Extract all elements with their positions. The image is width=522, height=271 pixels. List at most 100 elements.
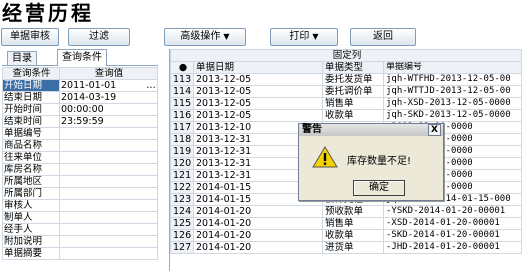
row-date: 2014-01-20 xyxy=(193,229,323,242)
dialog-title: 警告 xyxy=(302,124,322,135)
query-value-text: 2011-01-01 xyxy=(61,80,117,91)
query-row[interactable]: 附加说明 xyxy=(2,235,158,248)
tab-catalog[interactable]: 目录 xyxy=(7,51,37,65)
query-value[interactable] xyxy=(59,127,158,140)
row-number: 115 xyxy=(170,97,194,110)
query-value[interactable] xyxy=(59,247,158,260)
row-type: 销售单 xyxy=(322,217,384,230)
query-row[interactable]: 单据摘要 xyxy=(2,247,158,260)
advanced-ops-button[interactable]: 高级操作 ▼ xyxy=(164,28,246,46)
table-row[interactable]: 113 2013-12-05 委托发货单 jqh-WTFHD-2013-12-05-0… xyxy=(170,73,522,86)
row-number: 119 xyxy=(170,145,194,158)
query-row[interactable]: 单据编号 xyxy=(2,127,158,140)
column-header-date[interactable]: 单据日期 xyxy=(193,61,323,74)
query-value[interactable] xyxy=(59,235,158,248)
row-date: 2014-01-20 xyxy=(193,241,323,254)
query-value[interactable]: 23:59:59 xyxy=(59,115,158,128)
row-number: 127 xyxy=(170,241,194,254)
row-number: 117 xyxy=(170,121,194,134)
query-row[interactable]: 经手人 xyxy=(2,223,158,236)
query-table: 查询条件 查询值 开始日期 2011-01-01… 结束日期 2014-03-19 … xyxy=(2,67,158,260)
table-row[interactable]: 115 2013-12-05 销售单 jqh-XSD-2013-12-05-0000 xyxy=(170,97,522,110)
table-row[interactable]: 124 2014-01-20 预收款单 -YSKD-2014-01-20-00001 xyxy=(170,205,522,218)
row-code: jqh-SKD-2013-12-05-0000 xyxy=(383,109,522,122)
ellipsis-button[interactable]: … xyxy=(145,81,157,91)
query-name: 单据摘要 xyxy=(2,247,60,260)
query-row[interactable]: 所属部门 xyxy=(2,187,158,200)
chevron-down-icon: ▼ xyxy=(312,32,319,41)
row-type: 委托发货单 xyxy=(322,73,384,86)
query-row[interactable]: 库房名称 xyxy=(2,163,158,176)
query-value[interactable] xyxy=(59,187,158,200)
row-number: 125 xyxy=(170,217,194,230)
dialog-titlebar[interactable]: 警告 X xyxy=(299,124,443,136)
query-name: 单据编号 xyxy=(2,127,60,140)
row-type: 收款单 xyxy=(322,109,384,122)
row-type: 进货单 xyxy=(322,241,384,254)
query-value[interactable]: 00:00:00 xyxy=(59,103,158,116)
query-row[interactable]: 审核人 xyxy=(2,199,158,212)
query-value[interactable] xyxy=(59,151,158,164)
query-row[interactable]: 商品名称 xyxy=(2,139,158,152)
query-name: 结束时间 xyxy=(2,115,60,128)
query-value[interactable]: 2014-03-19 xyxy=(59,91,158,104)
dialog-message: 库存数量不足! xyxy=(347,156,412,167)
table-row[interactable]: 125 2014-01-20 销售单 -XSD-2014-01-20-00001 xyxy=(170,217,522,230)
row-date: 2014-01-20 xyxy=(193,205,323,218)
row-code: -XSD-2014-01-20-00001 xyxy=(383,217,522,230)
back-button[interactable]: 返回 xyxy=(350,28,416,46)
query-name: 商品名称 xyxy=(2,139,60,152)
row-number: 118 xyxy=(170,133,194,146)
query-name: 所属部门 xyxy=(2,187,60,200)
row-number: 113 xyxy=(170,73,194,86)
row-number: 123 xyxy=(170,193,194,206)
query-row[interactable]: 结束日期 2014-03-19 xyxy=(2,91,158,104)
row-code: jqh-XSD-2013-12-05-0000 xyxy=(383,97,522,110)
query-row[interactable]: 开始日期 2011-01-01… xyxy=(2,79,158,92)
table-row[interactable]: 127 2014-01-20 进货单 -JHD-2014-01-20-00001 xyxy=(170,241,522,254)
query-name: 经手人 xyxy=(2,223,60,236)
query-panel: 目录 查询条件 查询条件 查询值 开始日期 2011-01-01 … 结束日期 201… xyxy=(2,49,158,271)
query-value[interactable] xyxy=(59,199,158,212)
ok-button[interactable]: 确定 xyxy=(353,180,405,196)
row-number: 124 xyxy=(170,205,194,218)
query-row[interactable]: 所属地区 xyxy=(2,175,158,188)
query-name: 开始时间 xyxy=(2,103,60,116)
query-name: 结束日期 xyxy=(2,91,60,104)
query-value[interactable] xyxy=(59,139,158,152)
query-row[interactable]: 往来单位 xyxy=(2,151,158,164)
row-type: 委托调价单 xyxy=(322,85,384,98)
row-code: jqh-WTTJD-2013-12-05-00 xyxy=(383,85,522,98)
advanced-ops-label: 高级操作 xyxy=(180,31,221,42)
query-value[interactable] xyxy=(59,175,158,188)
query-value[interactable] xyxy=(59,223,158,236)
query-row[interactable]: 开始时间 00:00:00 xyxy=(2,103,158,116)
table-row[interactable]: 126 2014-01-20 收款单 -SKD-2014-01-20-00001 xyxy=(170,229,522,242)
query-value[interactable] xyxy=(59,211,158,224)
audit-button[interactable]: 单据审核 xyxy=(1,28,59,46)
row-date: 2013-12-05 xyxy=(193,109,323,122)
query-row[interactable]: 制单人 xyxy=(2,211,158,224)
row-indicator-header[interactable]: ● xyxy=(170,61,194,74)
table-row[interactable]: 114 2013-12-05 委托调价单 jqh-WTTJD-2013-12-05-0… xyxy=(170,85,522,98)
query-value[interactable]: 2011-01-01 … xyxy=(59,79,158,92)
query-row[interactable]: 结束时间 23:59:59 xyxy=(2,115,158,128)
tab-query-conditions[interactable]: 查询条件 xyxy=(57,49,107,66)
row-date: 2013-12-05 xyxy=(193,85,323,98)
warning-icon xyxy=(312,146,338,168)
row-date: 2014-01-20 xyxy=(193,217,323,230)
column-header-code[interactable]: 单据编号 xyxy=(383,61,522,74)
toolbar: 单据审核 过滤 高级操作 ▼ 打印 ▼ 返回 xyxy=(0,28,522,46)
table-row[interactable]: 116 2013-12-05 收款单 jqh-SKD-2013-12-05-0000 xyxy=(170,109,522,122)
query-value[interactable] xyxy=(59,163,158,176)
row-code: -SKD-2014-01-20-00001 xyxy=(383,229,522,242)
column-header-type[interactable]: 单据类型 xyxy=(322,61,384,74)
row-number: 121 xyxy=(170,169,194,182)
row-type: 收款单 xyxy=(322,229,384,242)
close-icon[interactable]: X xyxy=(428,124,441,136)
query-header-condition: 查询条件 xyxy=(2,67,60,80)
row-date: 2013-12-05 xyxy=(193,97,323,110)
print-button[interactable]: 打印 ▼ xyxy=(270,28,338,46)
filter-button[interactable]: 过滤 xyxy=(68,28,130,46)
query-name: 所属地区 xyxy=(2,175,60,188)
